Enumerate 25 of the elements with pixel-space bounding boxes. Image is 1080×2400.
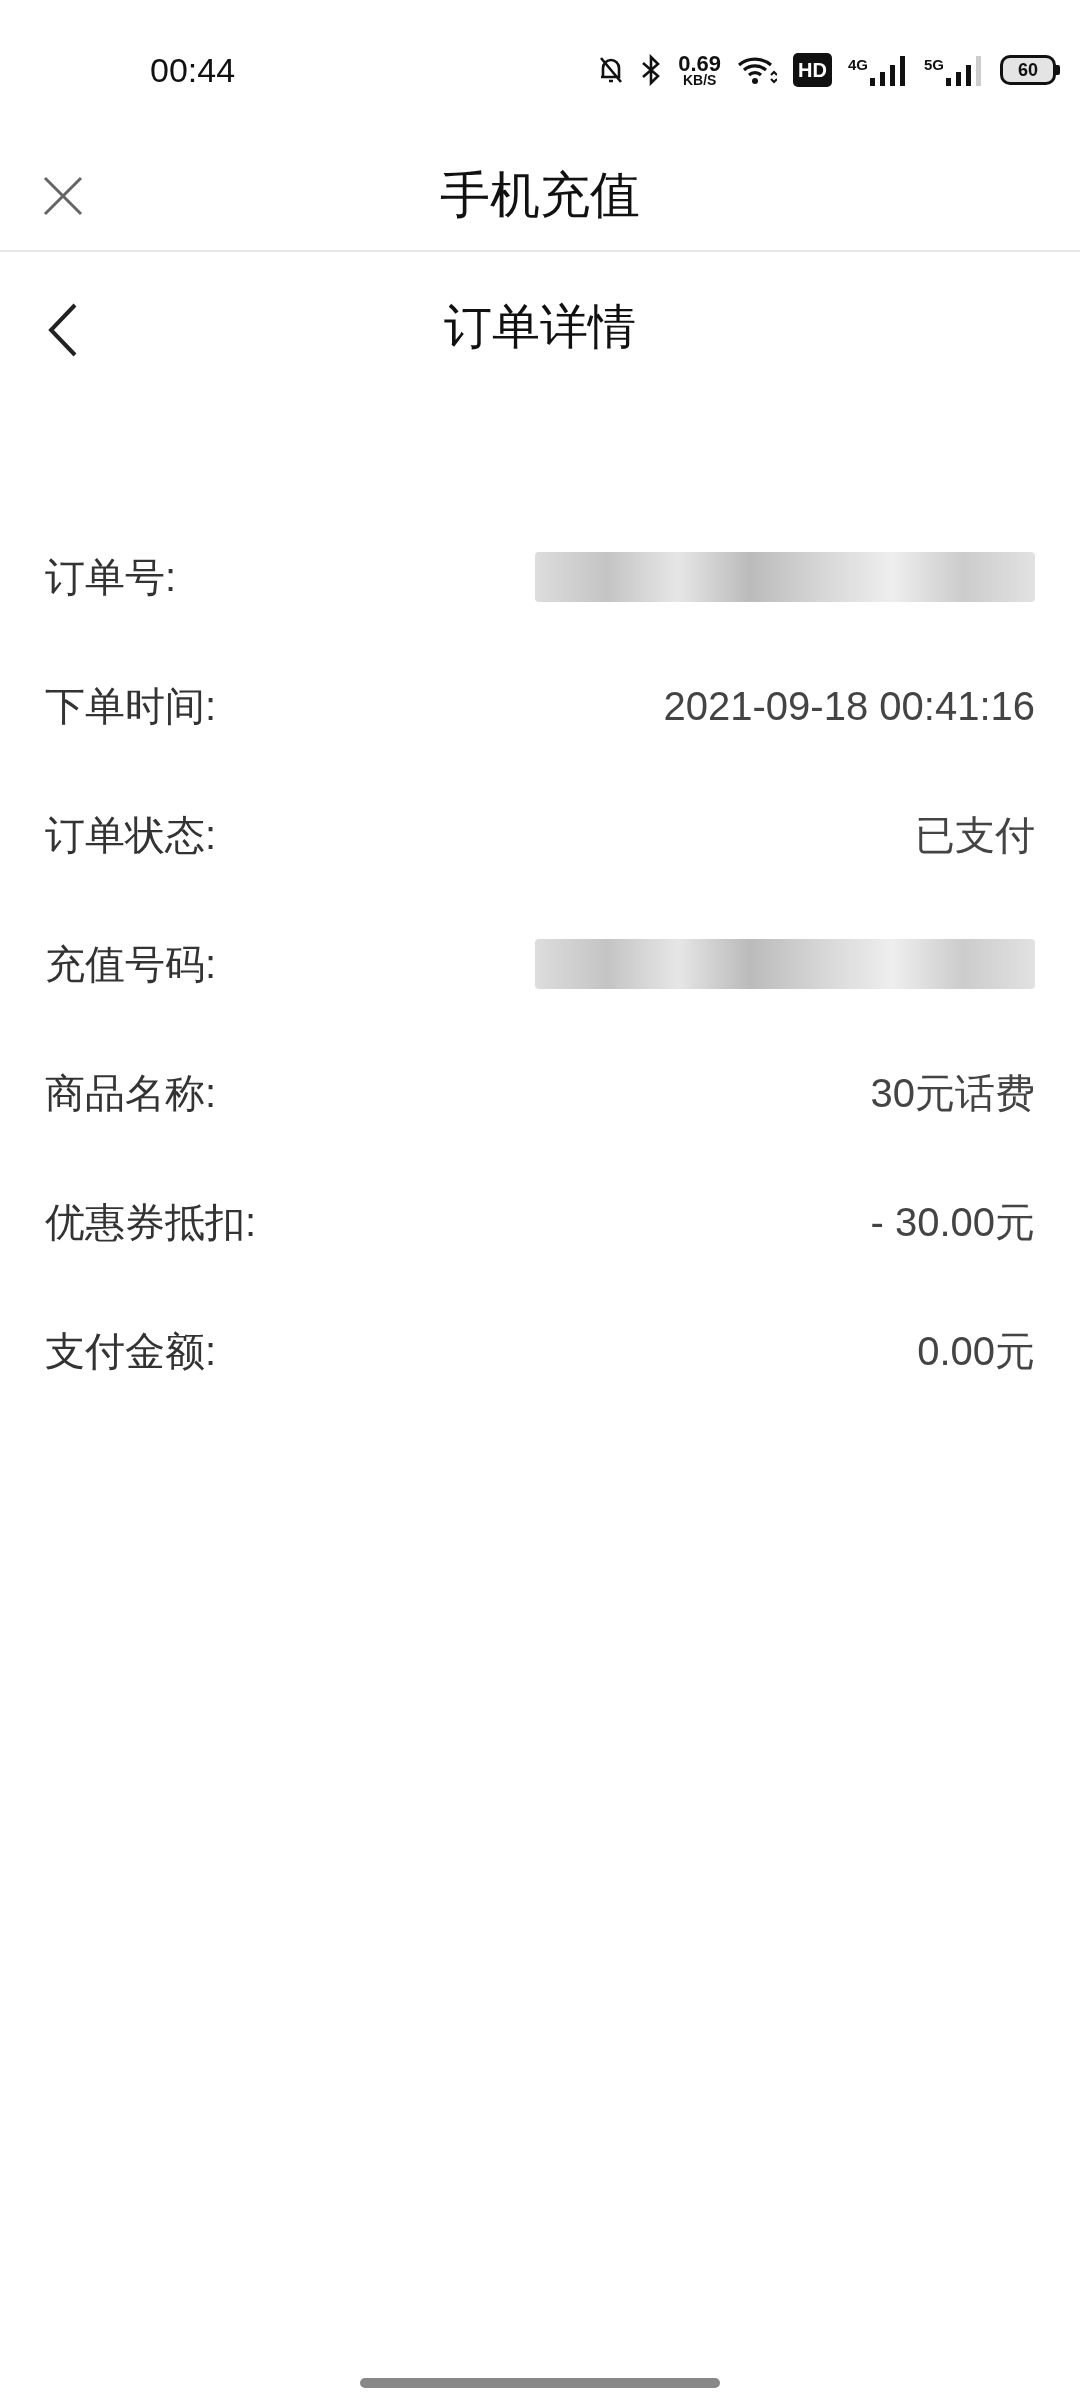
field-value: - 30.00元 (870, 1198, 1035, 1246)
field-value: 已支付 (915, 811, 1035, 859)
wifi-icon (737, 55, 778, 85)
field-value: 2021-09-18 00:41:16 (663, 682, 1035, 730)
field-label: 商品名称: (45, 1069, 217, 1117)
speed-unit: KB/S (681, 73, 718, 87)
field-label: 订单状态: (45, 811, 217, 859)
signal-icon (946, 54, 984, 86)
status-time: 00:44 (150, 49, 236, 91)
signal-icon (870, 54, 908, 86)
network-type: 5G (924, 55, 944, 75)
field-label: 订单号: (45, 553, 177, 601)
page-title: 手机充值 (440, 165, 640, 225)
field-label: 充值号码: (45, 940, 217, 988)
muted-bell-icon (598, 55, 625, 85)
field-label: 下单时间: (45, 682, 217, 730)
field-label: 优惠券抵扣: (45, 1198, 257, 1246)
field-value: 0.00元 (917, 1327, 1035, 1375)
battery-level: 60 (1000, 55, 1056, 85)
field-value: 30元话费 (870, 1069, 1035, 1117)
hd-badge: HD (793, 53, 832, 87)
field-label: 支付金额: (45, 1327, 217, 1375)
section-title: 订单详情 (444, 299, 636, 355)
network-type: 4G (847, 55, 868, 75)
network-speed: 0.69 (678, 53, 722, 74)
